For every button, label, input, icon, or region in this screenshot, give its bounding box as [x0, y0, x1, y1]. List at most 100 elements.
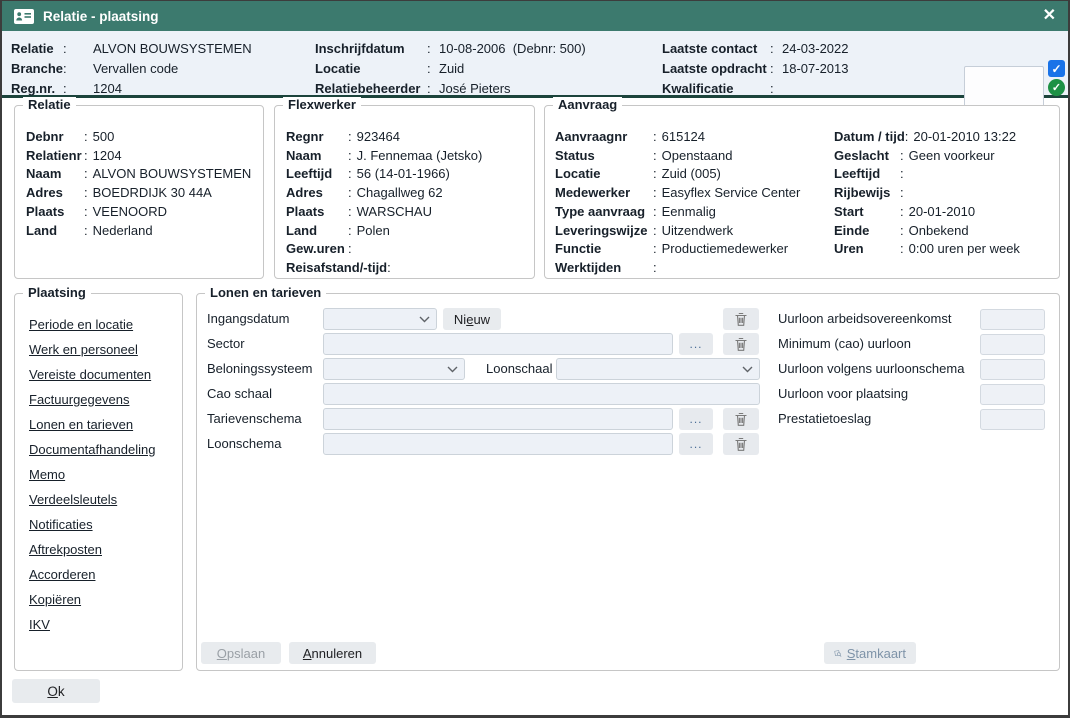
uurloon-voor-plaatsing-input[interactable]: [980, 384, 1045, 405]
prestatietoeslag-input[interactable]: [980, 409, 1045, 430]
tarievenschema-lookup-button[interactable]: ...: [679, 408, 713, 430]
stamkaart-button[interactable]: Stamkaart: [824, 642, 916, 664]
flexwerker-rows: Regnr:923464 Naam:J. Fennemaa (Jetsko) L…: [286, 128, 530, 278]
sector-input[interactable]: [323, 333, 673, 355]
sidebar-link-accorderen[interactable]: Accorderen: [29, 562, 155, 587]
info-value: 1204: [93, 147, 122, 166]
close-icon[interactable]: ✕: [1043, 8, 1056, 24]
sidebar-link-lonen-en-tarieven[interactable]: Lonen en tarieven: [29, 412, 155, 437]
cao-schaal-input[interactable]: [323, 383, 760, 405]
header-label: Laatste opdracht: [662, 61, 770, 76]
info-label: Werktijden: [555, 259, 653, 278]
sidebar-link-notificaties[interactable]: Notificaties: [29, 512, 155, 537]
relatie-rows: Debnr:500 Relatienr:1204 Naam:ALVON BOUW…: [26, 128, 259, 240]
panel-legend: Relatie: [23, 97, 76, 112]
info-label: Geslacht: [834, 147, 900, 166]
header-label: Kwalificatie: [662, 81, 770, 96]
ingangsdatum-label: Ingangsdatum: [207, 308, 289, 330]
annuleren-button[interactable]: Annuleren: [289, 642, 376, 664]
sector-lookup-button[interactable]: ...: [679, 333, 713, 355]
ingangsdatum-select[interactable]: [323, 308, 437, 330]
colon: :: [653, 222, 657, 241]
nieuw-button[interactable]: Nieuw: [443, 308, 501, 330]
colon: :: [63, 61, 71, 76]
sidebar-link-periode-en-locatie[interactable]: Periode en locatie: [29, 312, 155, 337]
info-row: Rijbewijs:: [834, 184, 1020, 203]
sector-label: Sector: [207, 333, 245, 355]
chevron-down-icon: [447, 366, 458, 373]
sidebar-link-aftrekposten[interactable]: Aftrekposten: [29, 537, 155, 562]
cao-schaal-label: Cao schaal: [207, 383, 272, 405]
ellipsis-icon: ...: [689, 438, 702, 450]
info-label: Uren: [834, 240, 900, 259]
panel-legend: Flexwerker: [283, 97, 361, 112]
info-label: Plaats: [26, 203, 84, 222]
loonschema-label: Loonschema: [207, 433, 281, 455]
info-row: Geslacht:Geen voorkeur: [834, 147, 1020, 166]
info-row: Land:Polen: [286, 222, 530, 241]
colon: :: [427, 61, 435, 76]
delete-loonschema-button[interactable]: [723, 433, 759, 455]
colon: :: [63, 41, 71, 56]
delete-ingangsdatum-button[interactable]: [723, 308, 759, 330]
info-value: Openstaand: [662, 147, 733, 166]
flag-checkbox[interactable]: ✓: [1048, 60, 1065, 77]
info-label: Reisafstand/-tijd: [286, 259, 387, 278]
uurloon-volgens-uurloonschema-input[interactable]: [980, 359, 1045, 380]
header-col-left: Relatie: ALVON BOUWSYSTEMEN Branche:Verva…: [11, 38, 252, 98]
sidebar-link-ikv[interactable]: IKV: [29, 612, 155, 637]
trash-icon: [734, 337, 748, 352]
delete-tarievenschema-button[interactable]: [723, 408, 759, 430]
info-label: Adres: [286, 184, 348, 203]
loonschaal-select[interactable]: [556, 358, 760, 380]
header-row: Kwalificatie:: [662, 78, 849, 98]
sidebar-link-kopieren[interactable]: Kopiëren: [29, 587, 155, 612]
uurloon-arbeidsovereenkomst-input[interactable]: [980, 309, 1045, 330]
loonschaal-label: Loonschaal: [486, 358, 553, 380]
minimum-cao-uurloon-input[interactable]: [980, 334, 1045, 355]
loonschema-lookup-button[interactable]: ...: [679, 433, 713, 455]
sidebar-link-verdeelsleutels[interactable]: Verdeelsleutels: [29, 487, 155, 512]
tarievenschema-input[interactable]: [323, 408, 673, 430]
header-row: Laatste opdracht:18-07-2013: [662, 58, 849, 78]
colon: :: [348, 165, 352, 184]
sidebar-link-factuurgegevens[interactable]: Factuurgegevens: [29, 387, 155, 412]
relatie-plaatsing-window: Relatie - plaatsing ✕ Relatie: ALVON BOUW…: [0, 0, 1070, 718]
info-value: Zuid (005): [662, 165, 721, 184]
loonschema-input[interactable]: [323, 433, 673, 455]
info-label: Leveringswijze: [555, 222, 653, 241]
colon: :: [84, 184, 88, 203]
info-row: Regnr:923464: [286, 128, 530, 147]
sidebar-link-memo[interactable]: Memo: [29, 462, 155, 487]
info-row: Naam:ALVON BOUWSYSTEMEN: [26, 165, 259, 184]
delete-sector-button[interactable]: [723, 333, 759, 355]
chevron-down-icon: [419, 316, 430, 323]
colon: :: [900, 203, 904, 222]
sidebar-link-vereiste-documenten[interactable]: Vereiste documenten: [29, 362, 155, 387]
info-label: Datum / tijd: [834, 128, 905, 147]
prestatietoeslag-label: Prestatietoeslag: [778, 408, 871, 430]
colon: :: [348, 203, 352, 222]
colon: :: [900, 222, 904, 241]
uurloon-voor-plaatsing-label: Uurloon voor plaatsing: [778, 383, 908, 405]
info-label: Gew.uren: [286, 240, 348, 259]
relation-header: Relatie: ALVON BOUWSYSTEMEN Branche:Verva…: [2, 31, 1068, 98]
header-col-middle: Inschrijfdatum:10-08-2006 (Debnr: 500) L…: [315, 38, 586, 98]
sidebar-link-werk-en-personeel[interactable]: Werk en personeel: [29, 337, 155, 362]
info-value: 20-01-2010: [909, 203, 976, 222]
window-title: Relatie - plaatsing: [43, 9, 159, 24]
header-row: Branche:Vervallen code: [11, 58, 252, 78]
header-label: Relatie: [11, 41, 63, 56]
colon: :: [653, 259, 657, 278]
info-row: Start:20-01-2010: [834, 203, 1020, 222]
info-label: Aanvraagnr: [555, 128, 653, 147]
info-label: Naam: [26, 165, 84, 184]
info-value: Easyflex Service Center: [662, 184, 801, 203]
ok-button[interactable]: Ok: [12, 679, 100, 703]
sidebar-link-documentafhandeling[interactable]: Documentafhandeling: [29, 437, 155, 462]
stamkaart-label: Stamkaart: [847, 646, 906, 661]
beloningssysteem-select[interactable]: [323, 358, 465, 380]
info-label: Regnr: [286, 128, 348, 147]
header-value: ALVON BOUWSYSTEMEN: [93, 41, 252, 56]
opslaan-button[interactable]: Opslaan: [201, 642, 281, 664]
